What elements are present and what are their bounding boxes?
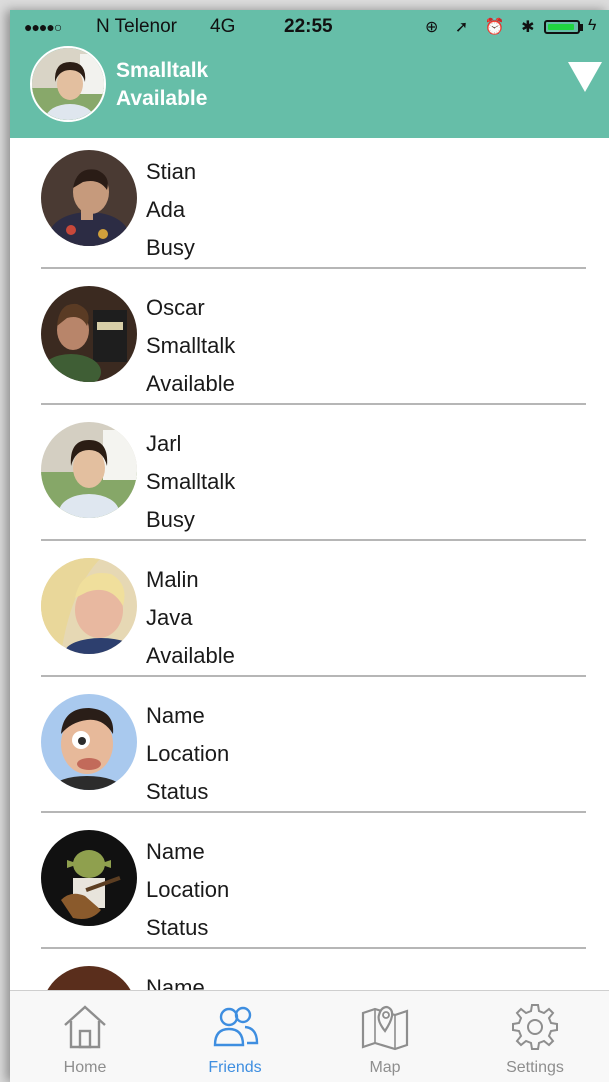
friends-icon <box>213 1006 259 1047</box>
friend-location: Smalltalk <box>146 469 236 494</box>
friend-name: Malin <box>146 567 199 592</box>
friend-name: Jarl <box>146 431 182 456</box>
avatar-image <box>41 286 137 382</box>
tab-label: Map <box>369 1059 401 1076</box>
friend-location: Smalltalk <box>146 333 236 358</box>
friend-avatar <box>41 830 137 926</box>
friends-list[interactable]: Stian Ada Busy Oscar Smalltalk Available <box>10 138 609 990</box>
home-icon <box>64 1005 106 1049</box>
friend-name: Name <box>146 703 205 728</box>
friend-status: Status <box>146 915 209 940</box>
friend-row[interactable]: Oscar Smalltalk Available <box>10 274 609 410</box>
row-divider <box>41 267 586 269</box>
friend-status: Available <box>146 371 235 396</box>
tab-label: Friends <box>208 1059 262 1076</box>
friend-location: Location <box>146 741 230 766</box>
gear-icon <box>512 1004 558 1050</box>
charging-icon: ϟ <box>588 17 597 34</box>
avatar-image <box>41 150 137 246</box>
friend-avatar <box>41 694 137 790</box>
tab-label: Settings <box>506 1059 564 1076</box>
friend-avatar <box>41 422 137 518</box>
app-header: ●●●●○ N Telenor 4G 22:55 ⊕ ➚ ⏰ ✱ ϟ Small… <box>10 10 609 138</box>
status-icons: ⊕ ➚ ⏰ ✱ <box>425 19 541 36</box>
avatar-image <box>41 830 137 926</box>
my-avatar-image <box>32 48 104 120</box>
avatar-image <box>41 558 137 654</box>
friend-avatar <box>41 150 137 246</box>
friend-name: Name <box>146 839 205 864</box>
tab-bar: Home Friends Map Settings <box>10 990 609 1082</box>
tab-settings[interactable]: Settings <box>460 991 609 1082</box>
friend-status: Available <box>146 643 235 668</box>
friend-row[interactable]: Name Location Status <box>10 818 609 954</box>
friend-avatar <box>41 558 137 654</box>
friend-status: Busy <box>146 235 195 260</box>
friend-name: Stian <box>146 159 197 184</box>
battery-tip <box>580 24 583 31</box>
avatar-image <box>41 966 137 990</box>
friend-avatar <box>41 966 137 990</box>
avatar-image <box>41 694 137 790</box>
battery-icon <box>544 20 580 34</box>
tab-label: Home <box>63 1059 107 1076</box>
friend-status: Busy <box>146 507 195 532</box>
map-icon <box>361 1005 409 1051</box>
friend-location: Java <box>146 605 193 630</box>
my-avatar[interactable] <box>30 46 106 122</box>
friend-location: Ada <box>146 197 186 222</box>
row-divider <box>41 539 586 541</box>
friend-name: Name <box>146 975 205 990</box>
friend-row[interactable]: Name <box>10 954 609 990</box>
row-divider <box>41 947 586 949</box>
tab-friends[interactable]: Friends <box>160 991 310 1082</box>
status-bar: ●●●●○ N Telenor 4G 22:55 ⊕ ➚ ⏰ ✱ ϟ <box>10 10 609 44</box>
friend-row[interactable]: Stian Ada Busy <box>10 138 609 274</box>
clock: 22:55 <box>284 16 333 37</box>
friend-row[interactable]: Name Location Status <box>10 682 609 818</box>
friend-row[interactable]: Malin Java Available <box>10 546 609 682</box>
row-divider <box>41 675 586 677</box>
friend-status: Status <box>146 779 209 804</box>
my-name: Smalltalk <box>116 59 209 82</box>
friend-location: Location <box>146 877 230 902</box>
phone-screen: ●●●●○ N Telenor 4G 22:55 ⊕ ➚ ⏰ ✱ ϟ Small… <box>10 10 609 1082</box>
avatar-image <box>41 422 137 518</box>
carrier-name: N Telenor <box>96 16 177 37</box>
row-divider <box>41 403 586 405</box>
row-divider <box>41 811 586 813</box>
friend-name: Oscar <box>146 295 205 320</box>
friend-row[interactable]: Jarl Smalltalk Busy <box>10 410 609 546</box>
tab-home[interactable]: Home <box>10 991 160 1082</box>
triangle-down-icon[interactable] <box>568 62 602 92</box>
my-status: Available <box>116 87 208 110</box>
network-type: 4G <box>210 16 236 37</box>
signal-strength-icon: ●●●●○ <box>24 19 62 35</box>
friend-avatar <box>41 286 137 382</box>
tab-map[interactable]: Map <box>310 991 460 1082</box>
